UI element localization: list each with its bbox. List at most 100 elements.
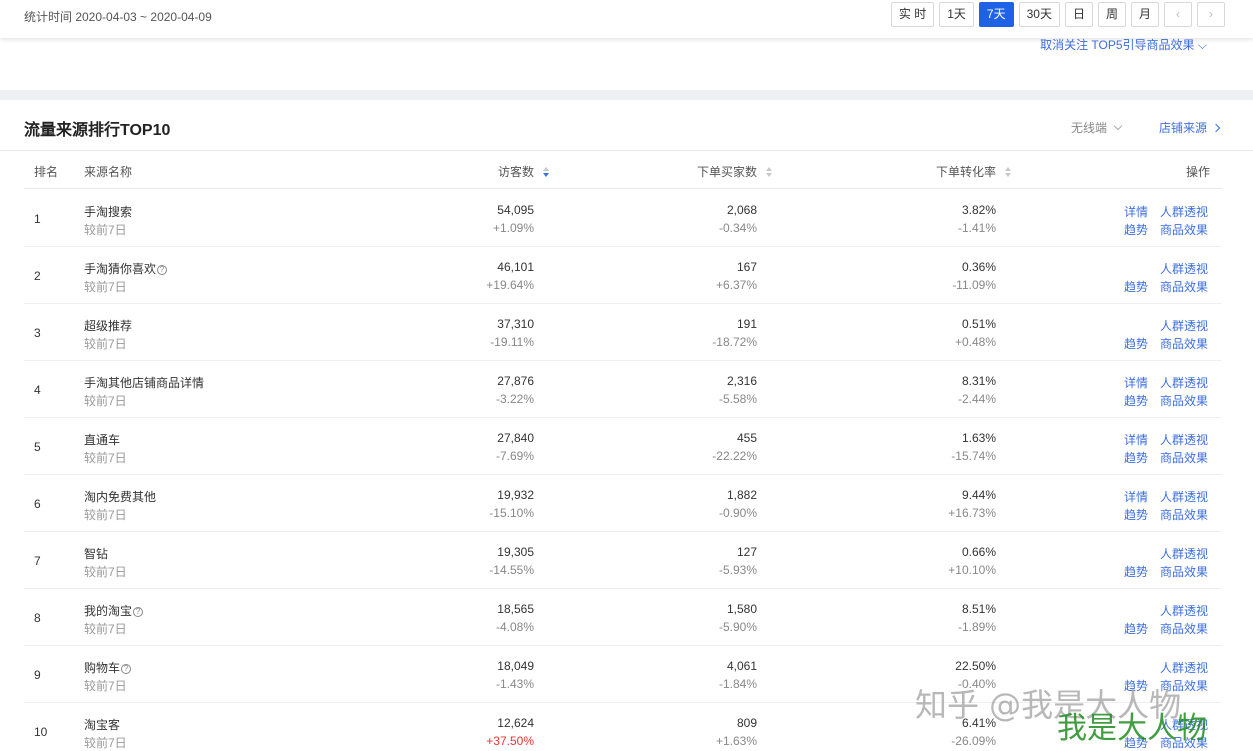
crowd-link[interactable]: 人群透视 xyxy=(1160,317,1208,334)
table-row: 8 我的淘宝? 较前7日 18,565 -4.08% 1,580 -5.90% 8.51% -1… xyxy=(24,589,1222,646)
period-week-button[interactable]: 周 xyxy=(1097,2,1126,27)
crowd-link[interactable]: 人群透视 xyxy=(1160,659,1208,676)
compare-label: 较前7日 xyxy=(84,394,127,408)
visitors-value: 37,310 xyxy=(497,317,534,331)
trend-link[interactable]: 趋势 xyxy=(1124,449,1148,466)
buyers-value: 167 xyxy=(736,260,757,274)
visitors-value: 19,932 xyxy=(497,488,534,502)
crowd-link[interactable]: 人群透视 xyxy=(1160,431,1208,448)
conversion-change: +16.73% xyxy=(948,506,996,520)
detail-link[interactable]: 详情 xyxy=(1124,488,1148,505)
buyers-change: -5.58% xyxy=(718,392,757,406)
prev-icon[interactable]: ‹ xyxy=(1164,2,1192,27)
visitors-value: 27,840 xyxy=(497,431,534,445)
table-row: 1 手淘搜索 较前7日 54,095 +1.09% 2,068 -0.34% 3.82% -1.… xyxy=(24,190,1222,247)
visitors-value: 27,876 xyxy=(497,374,534,388)
visitors-value: 18,565 xyxy=(497,602,534,616)
chevron-down-icon xyxy=(1113,121,1123,131)
table-row: 2 手淘猜你喜欢? 较前7日 46,101 +19.64% 167 +6.37% 0.36% -… xyxy=(24,247,1222,304)
device-select[interactable]: 无线端 xyxy=(1071,119,1123,136)
table-row: 5 直通车 较前7日 27,840 -7.69% 455 -22.22% 1.63% -15.7… xyxy=(24,418,1222,475)
source-name: 手淘猜你喜欢? xyxy=(84,260,168,277)
header-buyers[interactable]: 下单买家数 xyxy=(697,163,773,180)
rank-cell: 5 xyxy=(34,440,41,454)
period-day-button[interactable]: 日 xyxy=(1064,2,1093,27)
trend-link[interactable]: 趋势 xyxy=(1124,221,1148,238)
crowd-link[interactable]: 人群透视 xyxy=(1160,374,1208,391)
goods-link[interactable]: 商品效果 xyxy=(1160,506,1208,523)
visitors-change: -14.55% xyxy=(489,563,534,577)
buyers-change: +6.37% xyxy=(715,278,757,292)
stat-range: 统计时间 2020-04-03 ~ 2020-04-09 xyxy=(24,10,212,24)
period-1day-button[interactable]: 1天 xyxy=(939,2,974,27)
period-month-button[interactable]: 月 xyxy=(1130,2,1159,27)
trend-link[interactable]: 趋势 xyxy=(1124,506,1148,523)
shop-source-link[interactable]: 店铺来源 xyxy=(1159,119,1221,136)
period-7day-button[interactable]: 7天 xyxy=(978,2,1014,27)
visitors-value: 12,624 xyxy=(497,716,534,730)
rank-cell: 9 xyxy=(34,668,41,682)
period-30day-button[interactable]: 30天 xyxy=(1018,2,1060,27)
conversion-value: 8.31% xyxy=(961,374,996,388)
table-header: 排名 来源名称 访客数 下单买家数 下单转化率 操作 xyxy=(24,151,1222,189)
conversion-change: +10.10% xyxy=(948,563,996,577)
conversion-value: 0.36% xyxy=(961,260,996,274)
trend-link[interactable]: 趋势 xyxy=(1124,278,1148,295)
buyers-change: -5.90% xyxy=(718,620,757,634)
buyers-value: 1,580 xyxy=(726,602,757,616)
crowd-link[interactable]: 人群透视 xyxy=(1160,545,1208,562)
cancel-follow-link[interactable]: 取消关注 TOP5引导商品效果 ⌵ xyxy=(1040,36,1207,53)
buyers-change: -0.34% xyxy=(718,221,757,235)
detail-link[interactable]: 详情 xyxy=(1124,431,1148,448)
crowd-link[interactable]: 人群透视 xyxy=(1160,488,1208,505)
help-icon[interactable]: ? xyxy=(133,607,144,617)
goods-link[interactable]: 商品效果 xyxy=(1160,392,1208,409)
rank-cell: 3 xyxy=(34,326,41,340)
trend-link[interactable]: 趋势 xyxy=(1124,563,1148,580)
period-realtime-button[interactable]: 实 时 xyxy=(890,2,935,27)
conversion-change: -15.74% xyxy=(951,449,996,463)
visitors-change: +19.64% xyxy=(486,278,534,292)
detail-link[interactable]: 详情 xyxy=(1124,374,1148,391)
compare-label: 较前7日 xyxy=(84,565,127,579)
traffic-ranking-panel: 流量来源排行TOP10 无线端 店铺来源 排名 来源名称 访客数 下单买家数 下… xyxy=(0,100,1253,751)
visitors-value: 18,049 xyxy=(497,659,534,673)
sort-desc-icon xyxy=(543,167,550,177)
trend-link[interactable]: 趋势 xyxy=(1124,620,1148,637)
visitors-change: -19.11% xyxy=(490,335,534,349)
rank-cell: 1 xyxy=(34,212,41,226)
goods-link[interactable]: 商品效果 xyxy=(1160,335,1208,352)
buyers-value: 2,068 xyxy=(726,203,757,217)
sort-icon xyxy=(1005,167,1012,177)
help-icon[interactable]: ? xyxy=(157,265,168,275)
crowd-link[interactable]: 人群透视 xyxy=(1160,260,1208,277)
visitors-change: -7.69% xyxy=(495,449,534,463)
goods-link[interactable]: 商品效果 xyxy=(1160,620,1208,637)
visitors-value: 46,101 xyxy=(497,260,534,274)
source-name: 手淘搜索 xyxy=(84,205,133,219)
header-conversion[interactable]: 下单转化率 xyxy=(936,163,1012,180)
goods-link[interactable]: 商品效果 xyxy=(1160,449,1208,466)
source-name: 淘宝客 xyxy=(84,718,121,732)
goods-link[interactable]: 商品效果 xyxy=(1160,563,1208,580)
header-rank: 排名 xyxy=(34,165,59,179)
next-icon[interactable]: › xyxy=(1197,2,1225,27)
buyers-change: -18.72% xyxy=(712,335,757,349)
buyers-value: 809 xyxy=(736,716,757,730)
goods-link[interactable]: 商品效果 xyxy=(1160,221,1208,238)
header-visitors[interactable]: 访客数 xyxy=(498,163,550,180)
help-icon[interactable]: ? xyxy=(121,664,132,674)
buyers-value: 1,882 xyxy=(726,488,757,502)
goods-link[interactable]: 商品效果 xyxy=(1160,278,1208,295)
top5-panel: 取消关注 TOP5引导商品效果 ⌵ xyxy=(0,38,1253,90)
header-source: 来源名称 xyxy=(84,165,133,179)
trend-link[interactable]: 趋势 xyxy=(1124,335,1148,352)
detail-link[interactable]: 详情 xyxy=(1124,203,1148,220)
crowd-link[interactable]: 人群透视 xyxy=(1160,203,1208,220)
conversion-value: 0.66% xyxy=(961,545,996,559)
trend-link[interactable]: 趋势 xyxy=(1124,392,1148,409)
crowd-link[interactable]: 人群透视 xyxy=(1160,602,1208,619)
rank-cell: 7 xyxy=(34,554,41,568)
buyers-value: 191 xyxy=(736,317,757,331)
panel-title: 流量来源排行TOP10 xyxy=(24,122,171,139)
